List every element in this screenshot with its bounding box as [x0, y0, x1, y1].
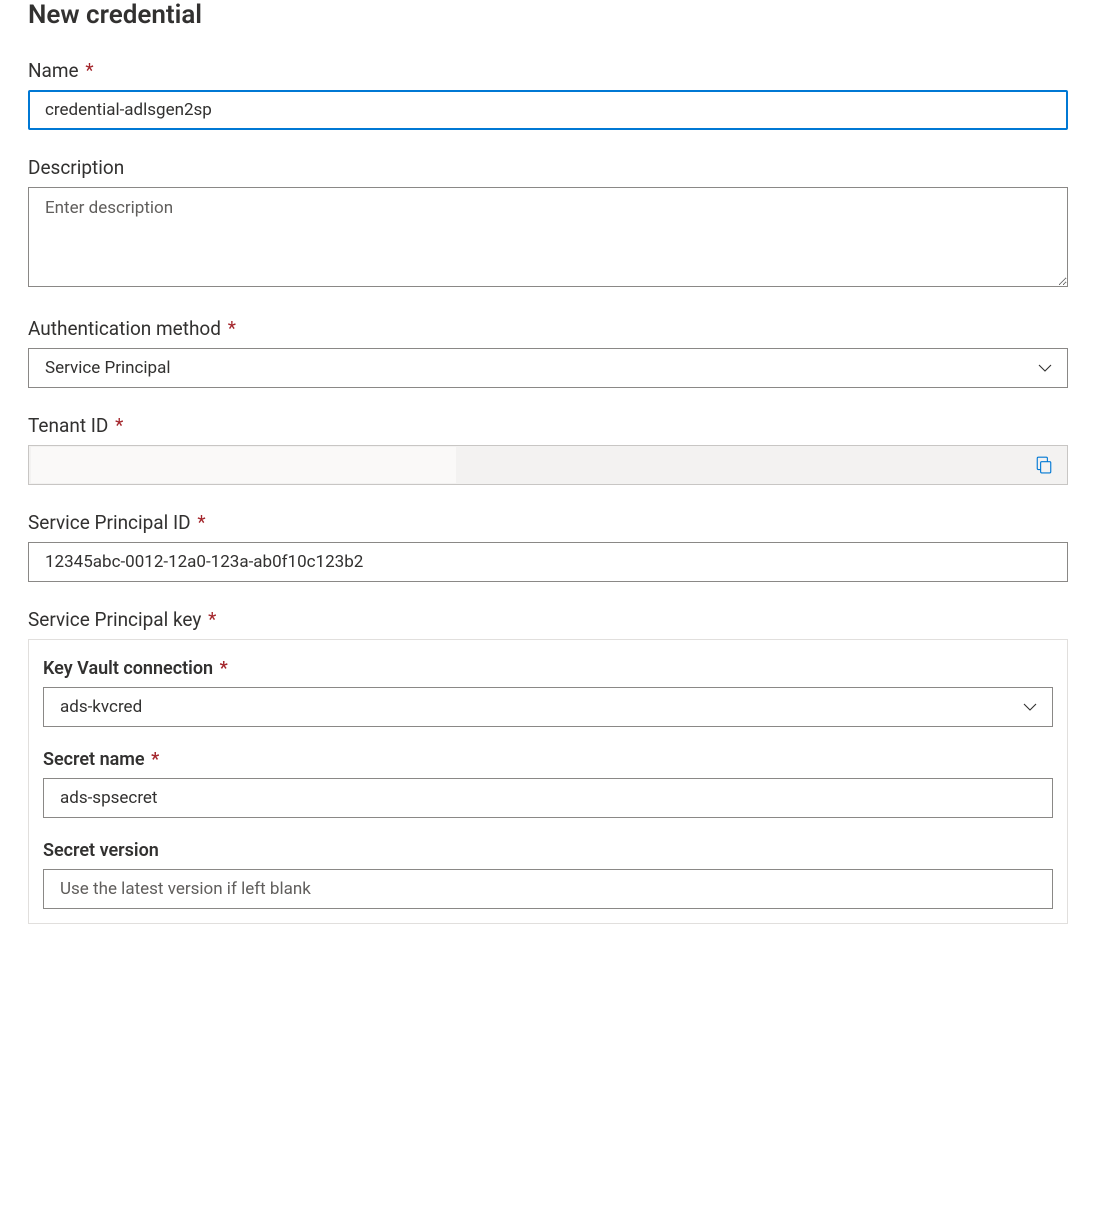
kv-connection-label-text: Key Vault connection	[43, 658, 213, 679]
secret-name-input[interactable]	[43, 778, 1053, 818]
name-input[interactable]	[28, 90, 1068, 130]
tenant-id-label-text: Tenant ID	[28, 414, 108, 437]
sp-key-label-text: Service Principal key	[28, 608, 201, 631]
secret-name-label-text: Secret name	[43, 749, 145, 770]
tenant-id-value	[31, 447, 456, 483]
page-title: New credential	[28, 0, 1068, 31]
auth-method-label-text: Authentication method	[28, 317, 221, 340]
sp-key-panel: Key Vault connection * ads-kvcred Secret…	[28, 639, 1068, 924]
tenant-id-field	[28, 445, 1068, 485]
required-indicator: *	[208, 608, 216, 631]
tenant-id-label: Tenant ID *	[28, 414, 1068, 437]
secret-version-input[interactable]	[43, 869, 1053, 909]
description-label: Description	[28, 156, 1068, 179]
name-label: Name *	[28, 59, 1068, 82]
sp-id-label-text: Service Principal ID	[28, 511, 191, 534]
kv-connection-select[interactable]: ads-kvcred	[43, 687, 1053, 727]
secret-version-label: Secret version	[43, 840, 1053, 861]
description-textarea[interactable]	[28, 187, 1068, 287]
kv-connection-label: Key Vault connection *	[43, 658, 1053, 679]
required-indicator: *	[115, 414, 123, 437]
copy-icon[interactable]	[1035, 456, 1053, 474]
required-indicator: *	[151, 749, 159, 770]
required-indicator: *	[220, 658, 228, 679]
sp-id-label: Service Principal ID *	[28, 511, 1068, 534]
auth-method-select[interactable]: Service Principal	[28, 348, 1068, 388]
sp-key-label: Service Principal key *	[28, 608, 1068, 631]
secret-name-label: Secret name *	[43, 749, 1053, 770]
required-indicator: *	[228, 317, 236, 340]
required-indicator: *	[197, 511, 205, 534]
required-indicator: *	[85, 59, 93, 82]
name-label-text: Name	[28, 59, 79, 82]
sp-id-input[interactable]	[28, 542, 1068, 582]
auth-method-label: Authentication method *	[28, 317, 1068, 340]
